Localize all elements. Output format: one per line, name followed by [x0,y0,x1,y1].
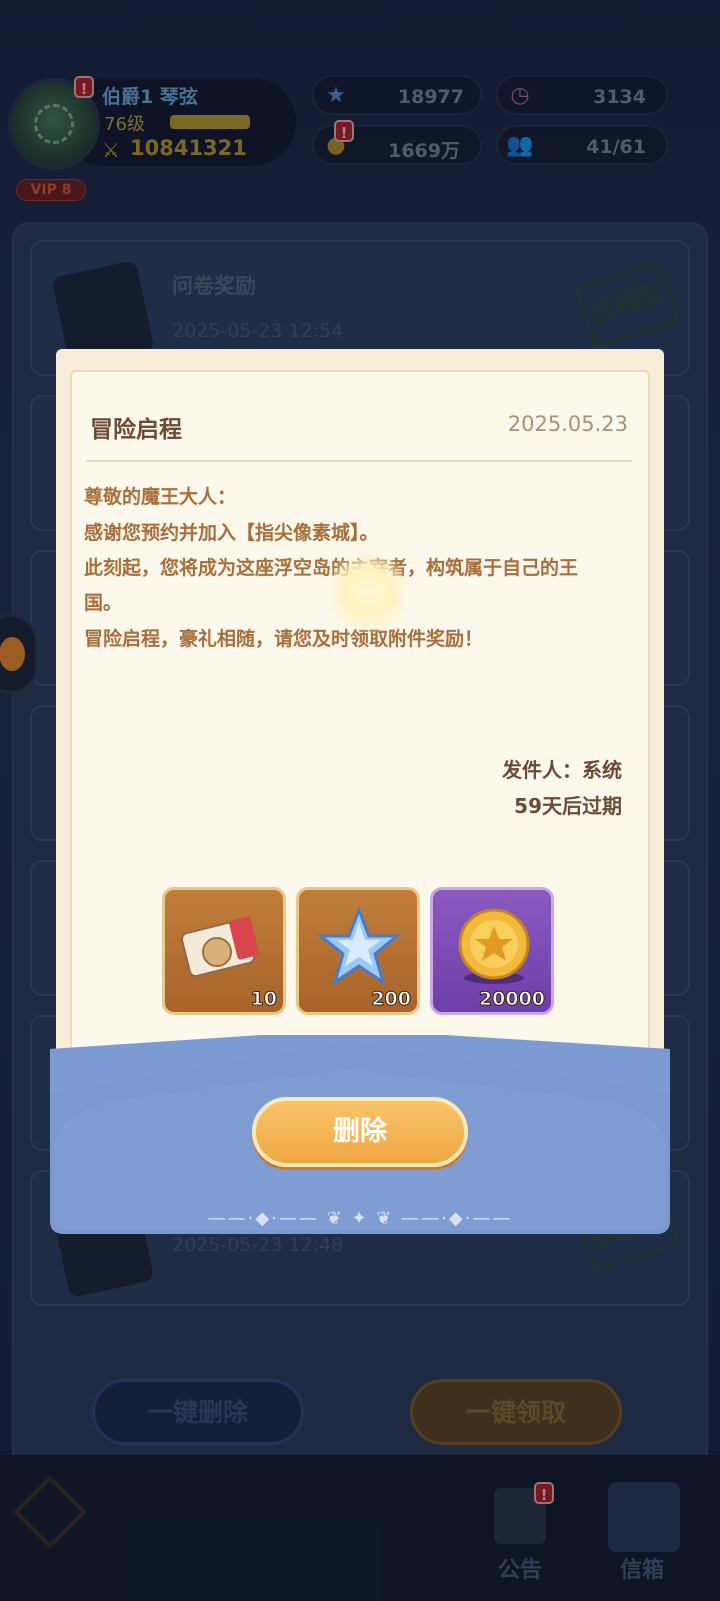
reward-quantity: 200 [371,988,412,1011]
mail-body-line: 尊敬的魔王大人： [84,486,237,508]
reward-blue-star[interactable]: 200 [296,887,420,1015]
mail-expire: 59天后过期 [514,794,622,818]
game-screen: ! 伯爵1 琴弦 76级 ⚔ 10841321 VIP 8 ★ 18977 ◷ … [0,0,720,1601]
delete-button[interactable]: 删除 [252,1097,468,1167]
mail-sender: 发件人：系统 [502,758,622,782]
reward-ticket[interactable]: 10 [162,887,286,1015]
ticket-icon [181,916,259,978]
reward-gold-coin[interactable]: 20000 [430,887,554,1015]
mail-date: 2025.05.23 [507,412,628,436]
mail-body-line: 感谢您预约并加入【指尖像素城】。 [84,522,379,544]
blue-star-icon [317,905,401,986]
loading-glow-icon [326,550,410,634]
mail-subject: 冒险启程 [90,417,182,443]
reward-quantity: 10 [250,988,277,1011]
title-divider [86,460,632,462]
reward-quantity: 20000 [478,988,545,1011]
envelope-ornament: ——·◆·—— ❦ ✦ ❦ ——·◆·—— [207,1208,513,1229]
gold-coin-icon [458,908,530,984]
